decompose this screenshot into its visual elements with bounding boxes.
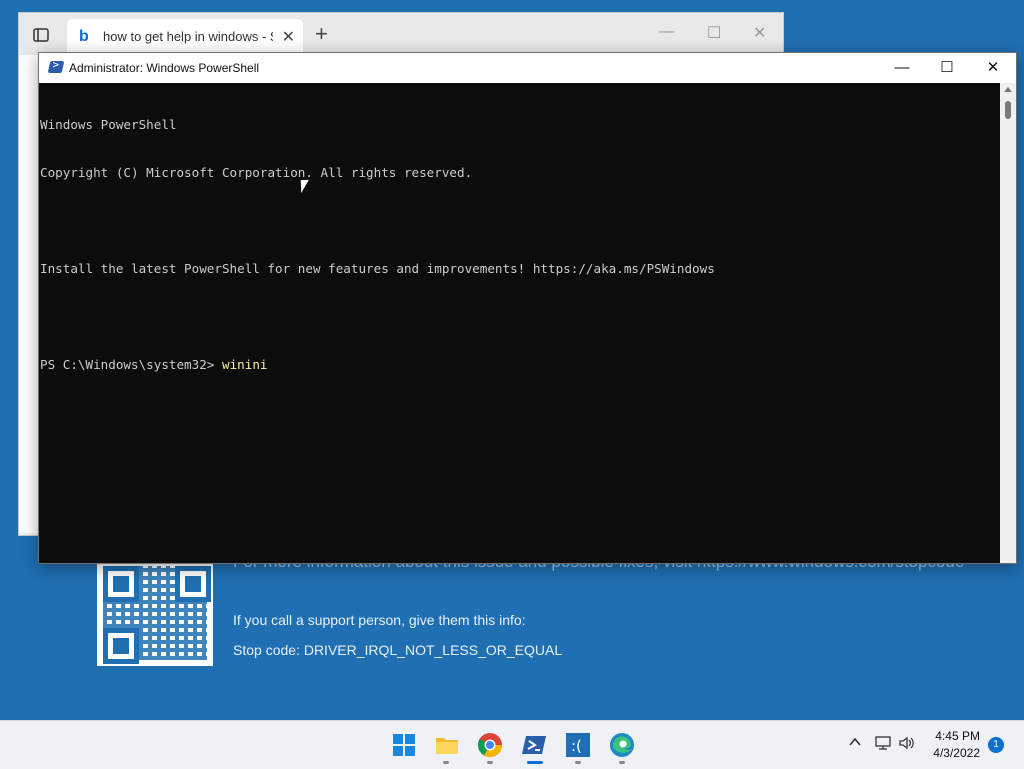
taskbar: :( 4:45 PM 4/3/2022 1 (0, 720, 1024, 769)
clock-time[interactable]: 4:45 PM (934, 729, 980, 743)
browser-content (19, 55, 39, 533)
tray-chevron-icon[interactable] (848, 735, 862, 753)
file-explorer-icon[interactable] (433, 731, 461, 759)
qr-code (97, 560, 213, 666)
window-title: Administrator: Windows PowerShell (69, 61, 260, 75)
powershell-icon (47, 61, 65, 73)
prompt: PS C:\Windows\system32> (40, 357, 222, 372)
scrollbar[interactable] (1000, 83, 1016, 563)
network-icon[interactable] (874, 735, 892, 755)
tab-close-button[interactable]: ✕ (282, 27, 295, 47)
chrome-indicator (487, 761, 493, 764)
tab-actions-icon[interactable] (29, 23, 53, 47)
browser-tab-bar: b how to get help in windows - Se ✕ + — … (19, 13, 783, 55)
scroll-up-icon[interactable] (1004, 87, 1012, 92)
edge-indicator (619, 761, 625, 764)
console-output[interactable]: Windows PowerShell Copyright (C) Microso… (39, 83, 1000, 565)
browser-minimize-button[interactable]: — (659, 23, 675, 41)
close-button[interactable]: ✕ (973, 57, 1013, 79)
powershell-taskbar-icon[interactable] (520, 731, 548, 759)
start-icon[interactable] (390, 731, 418, 759)
scroll-thumb[interactable] (1005, 101, 1011, 119)
svg-text::(: :( (571, 737, 582, 755)
maximize-button[interactable]: ☐ (927, 57, 967, 79)
notification-badge[interactable]: 1 (988, 737, 1004, 753)
chrome-icon[interactable] (476, 731, 504, 759)
powershell-active-indicator (527, 761, 543, 764)
minimize-button[interactable]: — (882, 57, 922, 79)
browser-tab[interactable]: b how to get help in windows - Se ✕ (67, 19, 303, 55)
bsod-app-indicator (575, 761, 581, 764)
browser-maximize-button[interactable]: ☐ (707, 23, 721, 43)
powershell-titlebar[interactable]: Administrator: Windows PowerShell — ☐ ✕ (39, 53, 1016, 83)
bsod-app-icon[interactable]: :( (564, 731, 592, 759)
console-line: Copyright (C) Microsoft Corporation. All… (40, 165, 473, 180)
file-explorer-indicator (443, 761, 449, 764)
console-line: Install the latest PowerShell for new fe… (40, 261, 715, 276)
command-input[interactable]: winini (222, 357, 268, 372)
prompt-line[interactable]: PS C:\Windows\system32> winini (40, 357, 1000, 373)
console-line: Windows PowerShell (40, 117, 177, 132)
powershell-window[interactable]: Administrator: Windows PowerShell — ☐ ✕ … (38, 52, 1017, 564)
tab-title: how to get help in windows - Se (103, 29, 273, 44)
bsod-support-text: If you call a support person, give them … (233, 612, 526, 628)
clock-date[interactable]: 4/3/2022 (926, 746, 980, 760)
browser-close-button[interactable]: ✕ (753, 23, 766, 43)
new-tab-button[interactable]: + (315, 23, 328, 45)
bing-icon: b (79, 28, 89, 45)
mouse-cursor-icon (299, 177, 312, 196)
bsod-stop-code: Stop code: DRIVER_IRQL_NOT_LESS_OR_EQUAL (233, 642, 563, 658)
volume-icon[interactable] (898, 735, 916, 755)
edge-icon[interactable] (608, 731, 636, 759)
